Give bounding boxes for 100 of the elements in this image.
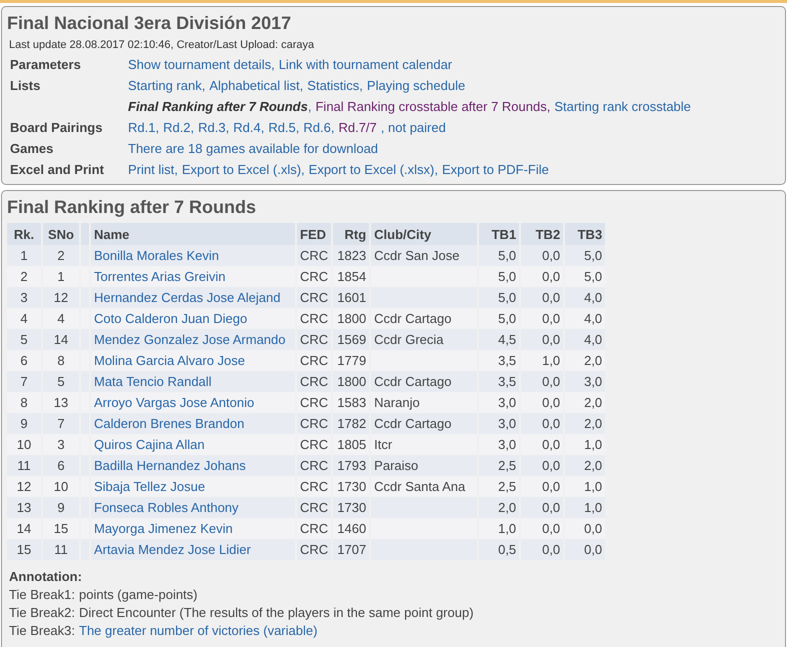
column-header: Club/City [371, 223, 478, 245]
table-cell: 12 [43, 287, 79, 308]
table-cell: CRC [297, 245, 332, 266]
player-link[interactable]: Badilla Hernandez Johans [94, 458, 246, 473]
column-header: FED [297, 223, 332, 245]
table-cell: CRC [297, 329, 332, 350]
link[interactable]: Export to Excel (.xlsx), [308, 162, 438, 177]
table-cell: CRC [297, 371, 332, 392]
link[interactable]: Rd.2, [163, 120, 194, 135]
link[interactable]: Starting rank crosstable [554, 99, 691, 114]
column-header: Rtg [333, 223, 370, 245]
table-cell: 0,0 [565, 518, 606, 539]
table-cell: 13 [7, 497, 41, 518]
player-link[interactable]: Bonilla Morales Kevin [94, 248, 220, 263]
link[interactable]: Rd.1, [128, 120, 160, 135]
link[interactable]: Show tournament details, [128, 57, 275, 72]
table-cell: 2,0 [479, 497, 520, 518]
table-cell: 4 [7, 308, 41, 329]
table-cell: 6 [43, 455, 79, 476]
table-cell: 1800 [333, 308, 370, 329]
table-cell: 12 [7, 476, 41, 497]
link[interactable]: Export to Excel (.xls), [182, 162, 305, 177]
table-cell: 4,5 [479, 329, 520, 350]
table-cell: 5,0 [565, 266, 606, 287]
table-cell: CRC [297, 392, 332, 413]
link[interactable]: Alphabetical list, [209, 78, 304, 93]
table-cell: 2,5 [479, 455, 520, 476]
table-cell: 0,0 [521, 329, 564, 350]
player-link[interactable]: Coto Calderon Juan Diego [94, 311, 248, 326]
table-cell: 3,0 [479, 392, 520, 413]
link[interactable]: Export to PDF-File [442, 162, 549, 177]
player-link[interactable]: Molina Garcia Alvaro Jose [94, 353, 246, 368]
table-cell: 0,0 [521, 266, 564, 287]
player-link[interactable]: Hernandez Cerdas Jose Alejand [94, 290, 280, 305]
player-link[interactable]: Mendez Gonzalez Jose Armando [94, 332, 286, 347]
table-cell: 0,5 [479, 539, 520, 560]
link[interactable]: Starting rank, [128, 78, 206, 93]
table-cell: 0,0 [521, 371, 564, 392]
table-cell: 1 [7, 245, 41, 266]
player-link[interactable]: Fonseca Robles Anthony [94, 500, 239, 515]
table-cell: 5 [43, 371, 79, 392]
table-cell: 11 [43, 539, 79, 560]
link[interactable]: Rd.6, [303, 120, 334, 135]
player-link[interactable]: Mayorga Jimenez Kevin [94, 521, 233, 536]
player-link[interactable]: Arroyo Vargas Jose Antonio [94, 395, 254, 410]
link[interactable]: Rd.4, [233, 120, 264, 135]
player-link[interactable]: Sibaja Tellez Josue [94, 479, 206, 494]
row-label: Games [9, 141, 54, 156]
table-cell: 7 [7, 371, 41, 392]
table-cell: Paraiso [371, 455, 478, 476]
table-cell: 0,0 [521, 392, 564, 413]
table-cell: Ccdr Santa Ana [371, 476, 478, 497]
table-cell: 1583 [333, 392, 370, 413]
player-link[interactable]: Mata Tencio Randall [94, 374, 212, 389]
table-cell: CRC [297, 497, 332, 518]
table-cell: Itcr [371, 434, 478, 455]
table-cell: 0,0 [521, 497, 564, 518]
tournament-title: Final Nacional 3era División 2017 [7, 13, 292, 34]
tie-break-label: Tie Break1: [9, 586, 75, 604]
table-cell: CRC [297, 287, 332, 308]
player-link[interactable]: Artavia Mendez Jose Lidier [94, 542, 251, 557]
link[interactable]: Statistics, [307, 78, 363, 93]
column-header: Rk. [7, 223, 41, 245]
table-cell: 6 [7, 350, 41, 371]
table-cell: 0,0 [521, 413, 564, 434]
table-cell: 5,0 [479, 266, 520, 287]
table-cell: 0,0 [521, 245, 564, 266]
table-cell: 0,0 [521, 308, 564, 329]
table-cell: 4,0 [565, 308, 606, 329]
link[interactable]: There are 18 games available for download [128, 141, 378, 156]
link[interactable]: Print list, [128, 162, 178, 177]
player-link[interactable]: Quiros Cajina Allan [94, 437, 205, 452]
table-cell: 8 [43, 350, 79, 371]
link[interactable]: Rd.5, [268, 120, 300, 135]
link[interactable]: Rd.3, [198, 120, 230, 135]
table-cell: 1,0 [479, 518, 520, 539]
row-label: Board Pairings [9, 120, 104, 135]
link[interactable]: Final Ranking crosstable after 7 Rounds, [315, 99, 550, 114]
link[interactable]: Playing schedule [366, 78, 466, 93]
table-cell: Ccdr Cartago [371, 413, 478, 434]
table-cell: Ccdr Cartago [371, 308, 478, 329]
player-link[interactable]: Calderon Brenes Brandon [94, 416, 244, 431]
table-cell: 1730 [333, 497, 370, 518]
table-cell: 1779 [333, 350, 370, 371]
table-cell: Ccdr San Jose [371, 245, 478, 266]
table-cell: 1793 [333, 455, 370, 476]
annotation-title: Annotation: [9, 568, 83, 586]
link[interactable]: Rd.7/7 [338, 120, 377, 135]
table-cell: 2,0 [565, 392, 606, 413]
link[interactable]: , not paired [380, 120, 446, 135]
row-label: Lists [9, 78, 42, 93]
link[interactable]: Final Ranking after 7 Rounds, [128, 99, 312, 114]
table-cell: CRC [297, 434, 332, 455]
table-cell: 2,0 [565, 413, 606, 434]
table-cell: 3,5 [479, 371, 520, 392]
player-link[interactable]: Torrentes Arias Greivin [94, 269, 226, 284]
column-header: TB1 [479, 223, 520, 245]
link[interactable]: Link with tournament calendar [278, 57, 452, 72]
tie-break-link[interactable]: The greater number of victories (variable) [79, 622, 318, 640]
table-cell: 9 [43, 497, 79, 518]
